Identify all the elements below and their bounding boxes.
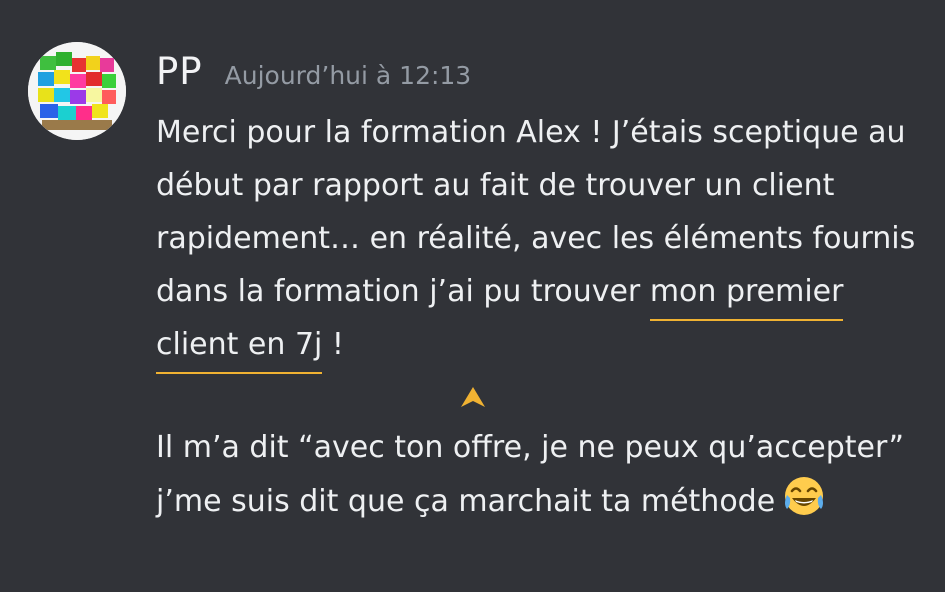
message-paragraph: Il m’a dit “avec ton offre, je ne peux q… [156, 421, 931, 537]
up-arrow-icon [461, 387, 485, 407]
message-paragraph: Merci pour la formation Alex ! J’étais s… [156, 106, 931, 374]
timestamp: Aujourd’hui à 12:13 [224, 61, 472, 90]
paragraph-text-end: ! [322, 327, 344, 362]
username[interactable]: PP [156, 50, 203, 93]
tetris-avatar-icon [28, 42, 126, 140]
joy-emoji-icon [781, 474, 827, 537]
message-header: PP Aujourd’hui à 12:13 [156, 50, 471, 100]
message-content: Merci pour la formation Alex ! J’étais s… [156, 106, 931, 537]
chat-message: PP Aujourd’hui à 12:13 Merci pour la for… [0, 0, 945, 592]
avatar[interactable] [28, 42, 126, 140]
